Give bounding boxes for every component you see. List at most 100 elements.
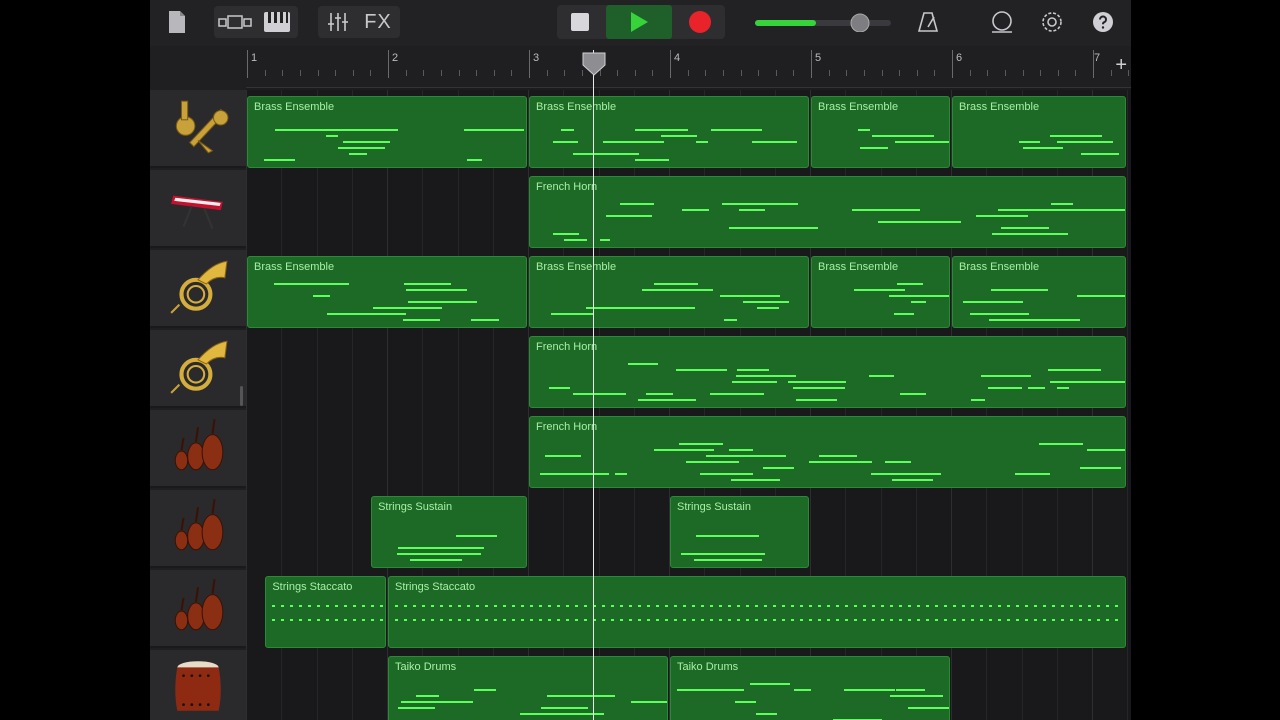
midi-note — [897, 221, 962, 223]
midi-region[interactable]: Brass Ensemble — [247, 256, 527, 328]
midi-note — [431, 619, 434, 621]
ruler-tick — [1128, 70, 1130, 76]
midi-region[interactable]: Brass Ensemble — [529, 256, 809, 328]
midi-note — [1088, 619, 1091, 621]
metronome-button[interactable] — [914, 6, 942, 38]
track-header-strings[interactable] — [150, 410, 246, 488]
track-lane[interactable]: Brass Ensemble Brass Ensemble Brass Ensemb… — [246, 90, 1131, 170]
midi-region[interactable]: Strings Staccato — [265, 576, 386, 648]
record-button[interactable] — [680, 6, 720, 38]
midi-region[interactable]: Strings Staccato — [388, 576, 1127, 648]
fx-button[interactable]: FX — [360, 6, 396, 38]
midi-note — [274, 283, 331, 285]
track-header-keyboard[interactable] — [150, 170, 246, 248]
midi-note — [710, 619, 713, 621]
midi-region[interactable]: Brass Ensemble — [952, 256, 1127, 328]
midi-region[interactable]: Brass Ensemble — [529, 96, 809, 168]
midi-note — [694, 559, 763, 561]
region-name: Brass Ensemble — [959, 101, 1040, 113]
midi-region[interactable]: Taiko Drums — [388, 656, 668, 720]
loop-browser-button[interactable] — [988, 6, 1016, 38]
track-header-french-horn[interactable] — [150, 250, 246, 328]
track-lane[interactable]: French Horn — [246, 170, 1131, 250]
midi-region[interactable]: Strings Sustain — [371, 496, 527, 568]
grid-line — [1127, 170, 1129, 250]
midi-note — [654, 283, 699, 285]
midi-note — [326, 619, 330, 621]
track-header-strings[interactable] — [150, 490, 246, 568]
midi-note — [1007, 605, 1010, 607]
tracks-area[interactable]: Brass Ensemble Brass Ensemble Brass Ensemb… — [246, 90, 1131, 720]
playhead-handle[interactable] — [582, 52, 606, 76]
grid-line — [281, 410, 283, 490]
track-lane[interactable]: French Horn — [246, 330, 1131, 410]
midi-region[interactable]: French Horn — [529, 336, 1127, 408]
midi-note — [353, 605, 357, 607]
header-resize-handle[interactable] — [240, 386, 243, 406]
stop-button[interactable] — [562, 6, 598, 38]
track-lane[interactable]: Strings Sustain Strings Sustain — [246, 490, 1131, 570]
tracks-view-button[interactable] — [216, 6, 254, 38]
keyboard-button[interactable] — [260, 6, 294, 38]
track-lane[interactable]: Brass Ensemble Brass Ensemble Brass Ensemb… — [246, 250, 1131, 330]
midi-note — [782, 619, 785, 621]
midi-note — [312, 295, 330, 297]
midi-note — [917, 605, 920, 607]
midi-region[interactable]: Brass Ensemble — [247, 96, 527, 168]
midi-region[interactable]: Brass Ensemble — [811, 96, 950, 168]
midi-region[interactable]: Brass Ensemble — [952, 96, 1127, 168]
timeline-ruler[interactable]: 1 2 3 4 5 6 7 + — [246, 46, 1131, 88]
midi-note — [736, 369, 769, 371]
midi-note — [422, 605, 425, 607]
midi-note — [677, 689, 715, 691]
midi-note — [899, 619, 902, 621]
midi-note — [620, 619, 623, 621]
midi-note — [362, 619, 366, 621]
midi-note — [467, 605, 470, 607]
midi-note — [800, 605, 803, 607]
settings-button[interactable] — [1038, 6, 1066, 38]
strings-icon — [167, 415, 229, 482]
midi-note — [1043, 619, 1046, 621]
stop-icon — [571, 13, 589, 31]
my-songs-button[interactable] — [164, 6, 190, 38]
help-button[interactable] — [1090, 6, 1116, 38]
midi-note — [1087, 141, 1111, 143]
midi-note — [272, 619, 276, 621]
french-horn-icon — [167, 335, 229, 402]
midi-region[interactable]: French Horn — [529, 176, 1127, 248]
midi-region[interactable]: Taiko Drums — [670, 656, 950, 720]
midi-region[interactable]: Strings Sustain — [670, 496, 809, 568]
mixer-button[interactable] — [322, 6, 354, 38]
midi-note — [695, 141, 709, 143]
playhead-line — [593, 50, 594, 720]
track-header-brass-ensemble[interactable] — [150, 90, 246, 168]
midi-note — [674, 619, 677, 621]
midi-note — [894, 141, 949, 143]
track-lane[interactable]: French Horn — [246, 410, 1131, 490]
midi-region[interactable]: French Horn — [529, 416, 1127, 488]
midi-note — [342, 141, 390, 143]
grid-line — [316, 410, 318, 490]
track-lane[interactable]: Taiko Drums Taiko Drums — [246, 650, 1131, 720]
play-button[interactable] — [606, 5, 672, 39]
midi-note — [1022, 209, 1086, 211]
grid-line — [351, 650, 353, 720]
midi-note — [1097, 619, 1100, 621]
track-header-strings[interactable] — [150, 570, 246, 648]
master-volume-slider[interactable] — [754, 6, 892, 38]
track-header-french-horn[interactable] — [150, 330, 246, 408]
ruler-tick — [1004, 70, 1006, 76]
midi-note — [317, 605, 321, 607]
midi-note — [881, 605, 884, 607]
midi-note — [566, 605, 569, 607]
midi-note — [660, 135, 697, 137]
add-section-button[interactable]: + — [1115, 54, 1127, 77]
midi-region[interactable]: Brass Ensemble — [811, 256, 950, 328]
midi-note — [845, 619, 848, 621]
grid-line — [351, 330, 353, 410]
midi-note — [521, 619, 524, 621]
track-header-taiko-drum[interactable] — [150, 650, 246, 720]
midi-note — [1057, 387, 1070, 389]
track-lane[interactable]: Strings Staccato Strings Staccato — [246, 570, 1131, 650]
